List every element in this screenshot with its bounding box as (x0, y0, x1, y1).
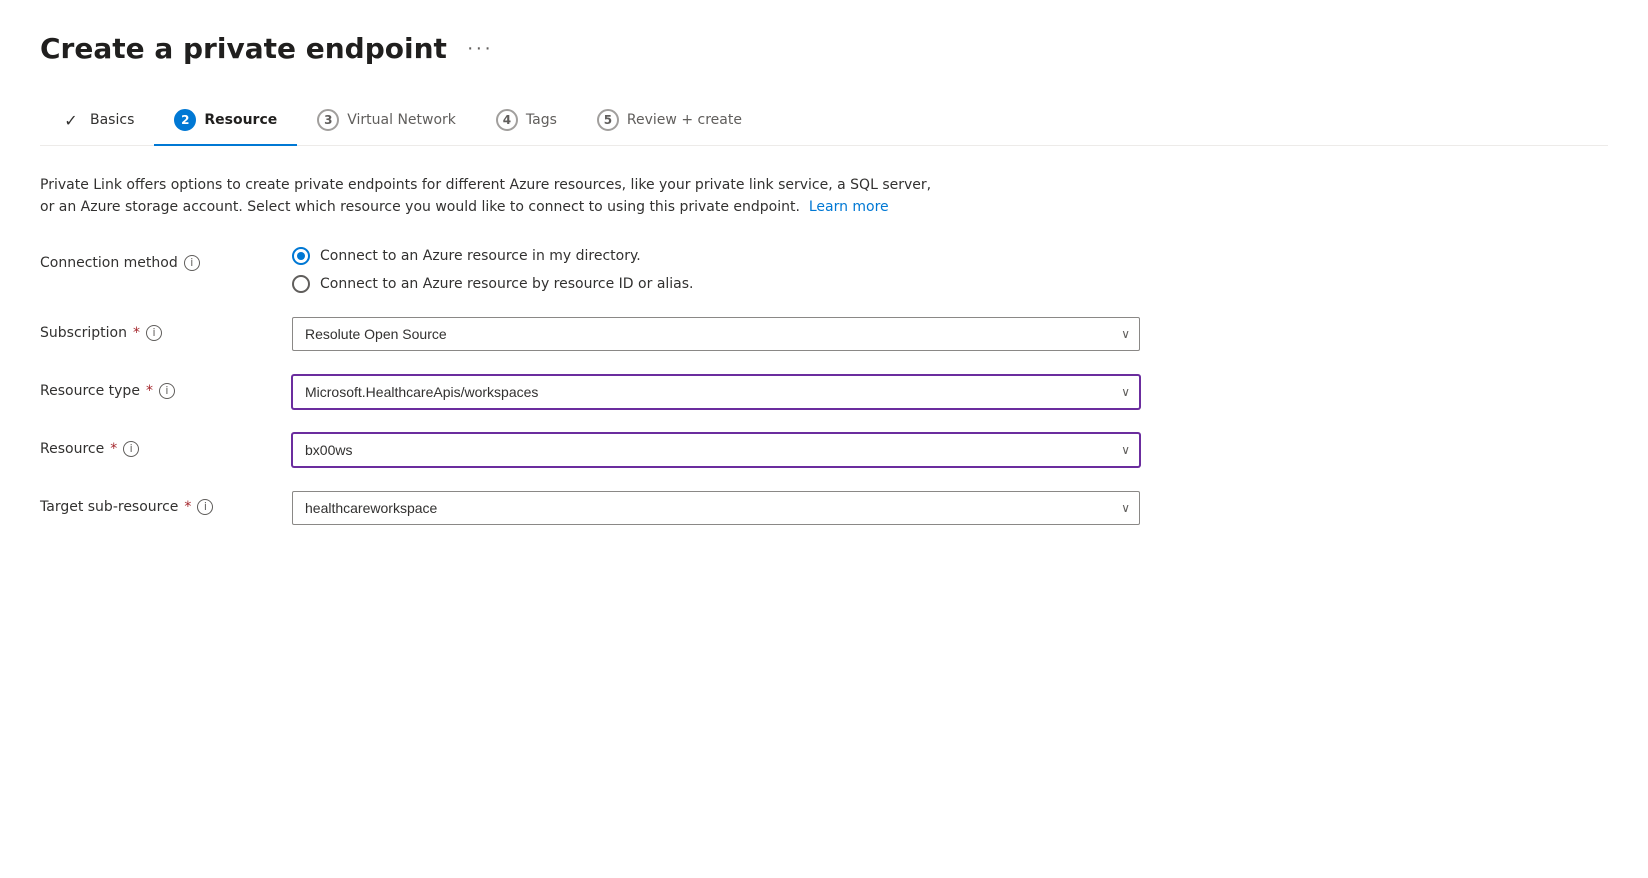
page-header: Create a private endpoint ··· (40, 32, 1608, 65)
resource-row: Resource * i bx00ws ∨ (40, 433, 1140, 467)
target-sub-resource-control: healthcareworkspace ∨ (292, 491, 1140, 525)
target-sub-resource-required: * (184, 499, 191, 515)
subscription-row: Subscription * i Resolute Open Source ∨ (40, 317, 1140, 351)
resource-required: * (110, 441, 117, 457)
target-sub-resource-row: Target sub-resource * i healthcareworksp… (40, 491, 1140, 525)
resource-type-label-col: Resource type * i (40, 375, 260, 399)
resource-type-label: Resource type (40, 383, 140, 399)
connection-method-options: Connect to an Azure resource in my direc… (292, 247, 1140, 293)
subscription-label: Subscription (40, 325, 127, 341)
radio-group-connection: Connect to an Azure resource in my direc… (292, 247, 1140, 293)
resource-type-row: Resource type * i Microsoft.HealthcareAp… (40, 375, 1140, 409)
radio-option-directory[interactable]: Connect to an Azure resource in my direc… (292, 247, 1140, 265)
resource-form: Connection method i Connect to an Azure … (40, 247, 1140, 525)
step-review-number: 5 (597, 109, 619, 131)
radio-circle-directory (292, 247, 310, 265)
step-resource[interactable]: 2 Resource (154, 97, 297, 145)
radio-label-resource-id: Connect to an Azure resource by resource… (320, 276, 694, 292)
radio-label-directory: Connect to an Azure resource in my direc… (320, 248, 641, 264)
resource-type-info-icon[interactable]: i (159, 383, 175, 399)
step-resource-label: Resource (204, 112, 277, 128)
subscription-required: * (133, 325, 140, 341)
subscription-select[interactable]: Resolute Open Source (292, 317, 1140, 351)
resource-info-icon[interactable]: i (123, 441, 139, 457)
check-icon: ✓ (60, 109, 82, 131)
resource-control: bx00ws ∨ (292, 433, 1140, 467)
target-sub-resource-label-col: Target sub-resource * i (40, 491, 260, 515)
step-review-create[interactable]: 5 Review + create (577, 97, 762, 145)
target-sub-resource-select[interactable]: healthcareworkspace (292, 491, 1140, 525)
page-title: Create a private endpoint (40, 32, 447, 65)
ellipsis-button[interactable]: ··· (459, 33, 501, 64)
step-tags[interactable]: 4 Tags (476, 97, 577, 145)
step-resource-number: 2 (174, 109, 196, 131)
step-vnet-number: 3 (317, 109, 339, 131)
resource-label: Resource (40, 441, 104, 457)
subscription-dropdown-wrapper: Resolute Open Source ∨ (292, 317, 1140, 351)
resource-type-required: * (146, 383, 153, 399)
step-virtual-network[interactable]: 3 Virtual Network (297, 97, 476, 145)
learn-more-link[interactable]: Learn more (809, 199, 889, 215)
resource-dropdown-wrapper: bx00ws ∨ (292, 433, 1140, 467)
target-sub-resource-dropdown-wrapper: healthcareworkspace ∨ (292, 491, 1140, 525)
resource-type-control: Microsoft.HealthcareApis/workspaces ∨ (292, 375, 1140, 409)
step-review-label: Review + create (627, 112, 742, 128)
subscription-control: Resolute Open Source ∨ (292, 317, 1140, 351)
subscription-info-icon[interactable]: i (146, 325, 162, 341)
description-text: Private Link offers options to create pr… (40, 174, 940, 219)
target-sub-resource-label: Target sub-resource (40, 499, 178, 515)
resource-select[interactable]: bx00ws (292, 433, 1140, 467)
step-basics-label: Basics (90, 112, 134, 128)
radio-circle-resource-id (292, 275, 310, 293)
wizard-nav: ✓ Basics 2 Resource 3 Virtual Network 4 … (40, 97, 1608, 146)
target-sub-resource-info-icon[interactable]: i (197, 499, 213, 515)
step-tags-label: Tags (526, 112, 557, 128)
resource-type-dropdown-wrapper: Microsoft.HealthcareApis/workspaces ∨ (292, 375, 1140, 409)
connection-method-label-col: Connection method i (40, 247, 260, 271)
connection-method-row: Connection method i Connect to an Azure … (40, 247, 1140, 293)
resource-label-col: Resource * i (40, 433, 260, 457)
connection-method-label: Connection method (40, 255, 178, 271)
step-tags-number: 4 (496, 109, 518, 131)
resource-type-select[interactable]: Microsoft.HealthcareApis/workspaces (292, 375, 1140, 409)
radio-option-resource-id[interactable]: Connect to an Azure resource by resource… (292, 275, 1140, 293)
step-vnet-label: Virtual Network (347, 112, 456, 128)
step-basics[interactable]: ✓ Basics (40, 97, 154, 145)
subscription-label-col: Subscription * i (40, 317, 260, 341)
connection-method-info-icon[interactable]: i (184, 255, 200, 271)
